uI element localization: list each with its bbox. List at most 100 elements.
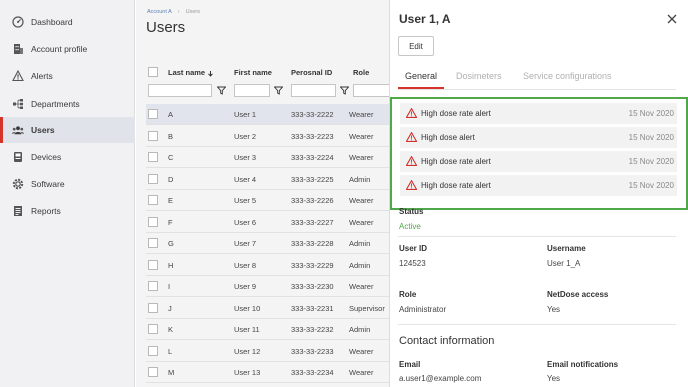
alert-date: 15 Nov 2020 [628, 109, 674, 118]
row-checkbox[interactable] [148, 281, 158, 291]
username-label: Username [547, 244, 586, 253]
column-header-first-name[interactable]: First name [234, 68, 272, 77]
row-checkbox[interactable] [148, 302, 158, 313]
contact-information-heading: Contact information [399, 335, 495, 347]
cell-first-name: User 2 [234, 131, 257, 141]
alerts-highlight-box: High dose rate alert 15 Nov 2020 High dose… [390, 97, 688, 210]
row-checkbox[interactable] [148, 259, 158, 270]
email-notifications-label: Email notifications [547, 360, 619, 369]
row-checkbox[interactable] [148, 109, 158, 119]
cell-first-name: User 11 [234, 325, 260, 334]
alert-text: High dose rate alert [421, 157, 491, 166]
netdose-access-value: Yes [547, 305, 561, 314]
row-checkbox[interactable] [148, 345, 158, 356]
cell-first-name: User 4 [234, 174, 257, 184]
alert-item[interactable]: High dose rate alert 15 Nov 2020 [400, 151, 677, 172]
last-name-filter-input[interactable] [148, 84, 212, 97]
row-checkbox[interactable] [148, 238, 158, 248]
cell-last-name: B [168, 131, 174, 141]
sort-down-icon [208, 70, 214, 77]
table-row[interactable]: E User 5 333-33-2226 Wearer [146, 190, 406, 211]
alert-item[interactable]: High dose rate alert 15 Nov 2020 [400, 175, 677, 196]
table-row[interactable]: D User 4 333-33-2225 Admin [146, 169, 406, 190]
sidebar-item-reports[interactable]: Reports [0, 198, 135, 224]
cell-first-name: User 7 [234, 239, 257, 248]
report-icon [12, 205, 24, 217]
divider [398, 236, 676, 237]
sidebar-item-users[interactable]: Users [0, 117, 135, 143]
dashboard-icon [12, 16, 24, 28]
row-checkbox[interactable] [148, 173, 158, 184]
sidebar-item-departments[interactable]: Departments [0, 91, 135, 117]
cell-first-name: User 8 [234, 260, 257, 270]
row-checkbox[interactable] [148, 195, 158, 205]
tab-general[interactable]: General [405, 71, 437, 81]
column-header-personal-id[interactable]: Perosnal ID [291, 68, 332, 77]
alert-date: 15 Nov 2020 [628, 157, 674, 166]
close-icon[interactable] [666, 13, 678, 25]
personal-id-filter-input[interactable] [291, 84, 336, 97]
cell-last-name: M [168, 368, 175, 377]
sidebar-item-software[interactable]: Software [0, 171, 135, 197]
cell-role: Admin [349, 239, 371, 248]
table-row[interactable]: G User 7 333-33-2228 Admin [146, 233, 406, 254]
sidebar-item-label: Dashboard [31, 17, 73, 27]
role-filter-input[interactable] [353, 84, 391, 97]
cell-role: Wearer [349, 153, 374, 162]
select-all-checkbox[interactable] [148, 67, 158, 77]
table-row[interactable]: K User 11 333-33-2232 Admin [146, 319, 406, 340]
table-row[interactable]: F User 6 333-33-2227 Wearer [146, 212, 406, 233]
cell-role: Admin [349, 260, 371, 270]
row-checkbox[interactable] [148, 216, 158, 227]
tab-dosimeters[interactable]: Dosimeters [456, 71, 502, 81]
sidebar: Dashboard Account profile Alerts Departm… [0, 0, 135, 387]
sidebar-item-devices[interactable]: Devices [0, 144, 135, 170]
cell-personal-id: 333-33-2225 [291, 174, 334, 184]
table-row[interactable]: C User 3 333-33-2224 Wearer [146, 147, 406, 168]
device-icon [12, 151, 24, 163]
table-row[interactable]: L User 12 333-33-2233 Wearer [146, 341, 406, 362]
filter-icon[interactable] [274, 86, 283, 95]
row-checkbox[interactable] [148, 152, 158, 162]
status-label: Status [399, 207, 424, 216]
cell-personal-id: 333-33-2226 [291, 196, 334, 205]
table-row[interactable]: M User 13 333-33-2234 Wearer [146, 362, 406, 383]
sidebar-item-alerts[interactable]: Alerts [0, 63, 135, 89]
cell-last-name: F [168, 217, 173, 227]
warning-icon [406, 156, 417, 166]
sidebar-item-account-profile[interactable]: Account profile [0, 36, 135, 62]
row-checkbox[interactable] [148, 367, 158, 377]
breadcrumb-link-account[interactable]: Account A [147, 9, 172, 15]
tabs-divider [398, 89, 676, 90]
filter-icon[interactable] [340, 86, 349, 95]
sidebar-item-dashboard[interactable]: Dashboard [0, 9, 135, 35]
email-value: a.user1@example.com [399, 374, 482, 383]
row-checkbox[interactable] [148, 130, 158, 141]
row-checkbox[interactable] [148, 324, 158, 334]
email-notifications-value: Yes [547, 374, 561, 383]
column-header-last-name[interactable]: Last name [168, 68, 214, 77]
column-header-role[interactable]: Role [353, 68, 369, 77]
cell-first-name: User 13 [234, 368, 261, 377]
alert-item[interactable]: High dose rate alert 15 Nov 2020 [400, 103, 677, 124]
table-row[interactable]: J User 10 333-33-2231 Supervisor [146, 298, 406, 319]
cell-last-name: A [168, 110, 174, 119]
cell-personal-id: 333-33-2227 [291, 217, 334, 227]
table-row[interactable]: H User 8 333-33-2229 Admin [146, 255, 406, 276]
tab-service-configurations[interactable]: Service configurations [523, 71, 612, 81]
warning-icon [12, 70, 24, 82]
cell-personal-id: 333-33-2224 [291, 153, 334, 162]
cell-first-name: User 5 [234, 196, 257, 205]
alert-item[interactable]: High dose alert 15 Nov 2020 [400, 127, 677, 148]
cell-personal-id: 333-33-2230 [291, 282, 334, 291]
edit-button[interactable]: Edit [398, 36, 434, 56]
cell-personal-id: 333-33-2229 [291, 260, 334, 270]
cell-last-name: C [168, 153, 174, 162]
table-row[interactable]: A User 1 333-33-2222 Wearer [146, 104, 406, 125]
table-row[interactable]: B User 2 333-33-2223 Wearer [146, 126, 406, 147]
filter-icon[interactable] [217, 86, 226, 95]
first-name-filter-input[interactable] [234, 84, 270, 97]
cell-last-name: L [168, 346, 173, 356]
table-row[interactable]: I User 9 333-33-2230 Wearer [146, 276, 406, 297]
cell-last-name: H [168, 260, 174, 270]
